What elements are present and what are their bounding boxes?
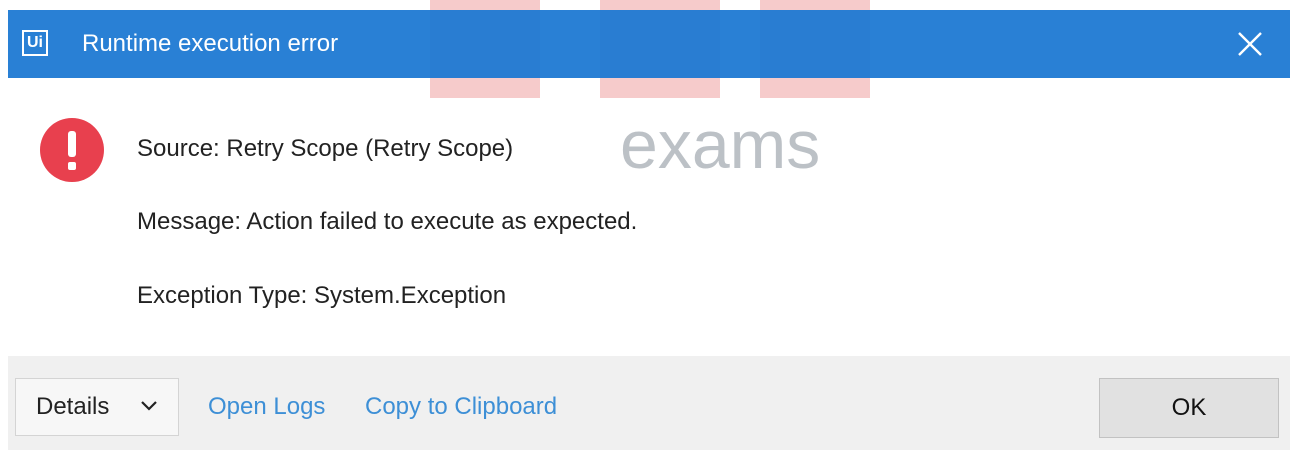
- close-button[interactable]: [1210, 10, 1290, 78]
- dialog-footer: Details Open Logs Copy to Clipboard OK: [8, 356, 1290, 450]
- details-dropdown-button[interactable]: Details: [15, 378, 179, 436]
- details-label: Details: [36, 393, 110, 420]
- window-title: Runtime execution error: [82, 30, 339, 57]
- exception-type-text: Exception Type: System.Exception: [137, 282, 507, 309]
- copy-to-clipboard-link[interactable]: Copy to Clipboard: [365, 378, 557, 436]
- error-exclamation-icon: [40, 118, 104, 182]
- close-icon: [1238, 32, 1262, 56]
- error-source-text: Source: Retry Scope (Retry Scope): [137, 135, 514, 162]
- error-dialog: Ui Runtime execution error Source: Retry…: [8, 10, 1290, 450]
- ok-button[interactable]: OK: [1099, 378, 1279, 438]
- chevron-down-icon: [141, 401, 157, 411]
- error-message-text: Message: Action failed to execute as exp…: [137, 208, 638, 235]
- uipath-app-icon: Ui: [22, 30, 48, 56]
- screen: exams Ui Runtime execution error Source:…: [0, 0, 1290, 450]
- title-bar: Ui Runtime execution error: [8, 10, 1290, 78]
- open-logs-link[interactable]: Open Logs: [208, 378, 325, 436]
- error-content: Source: Retry Scope (Retry Scope) Messag…: [8, 78, 1290, 356]
